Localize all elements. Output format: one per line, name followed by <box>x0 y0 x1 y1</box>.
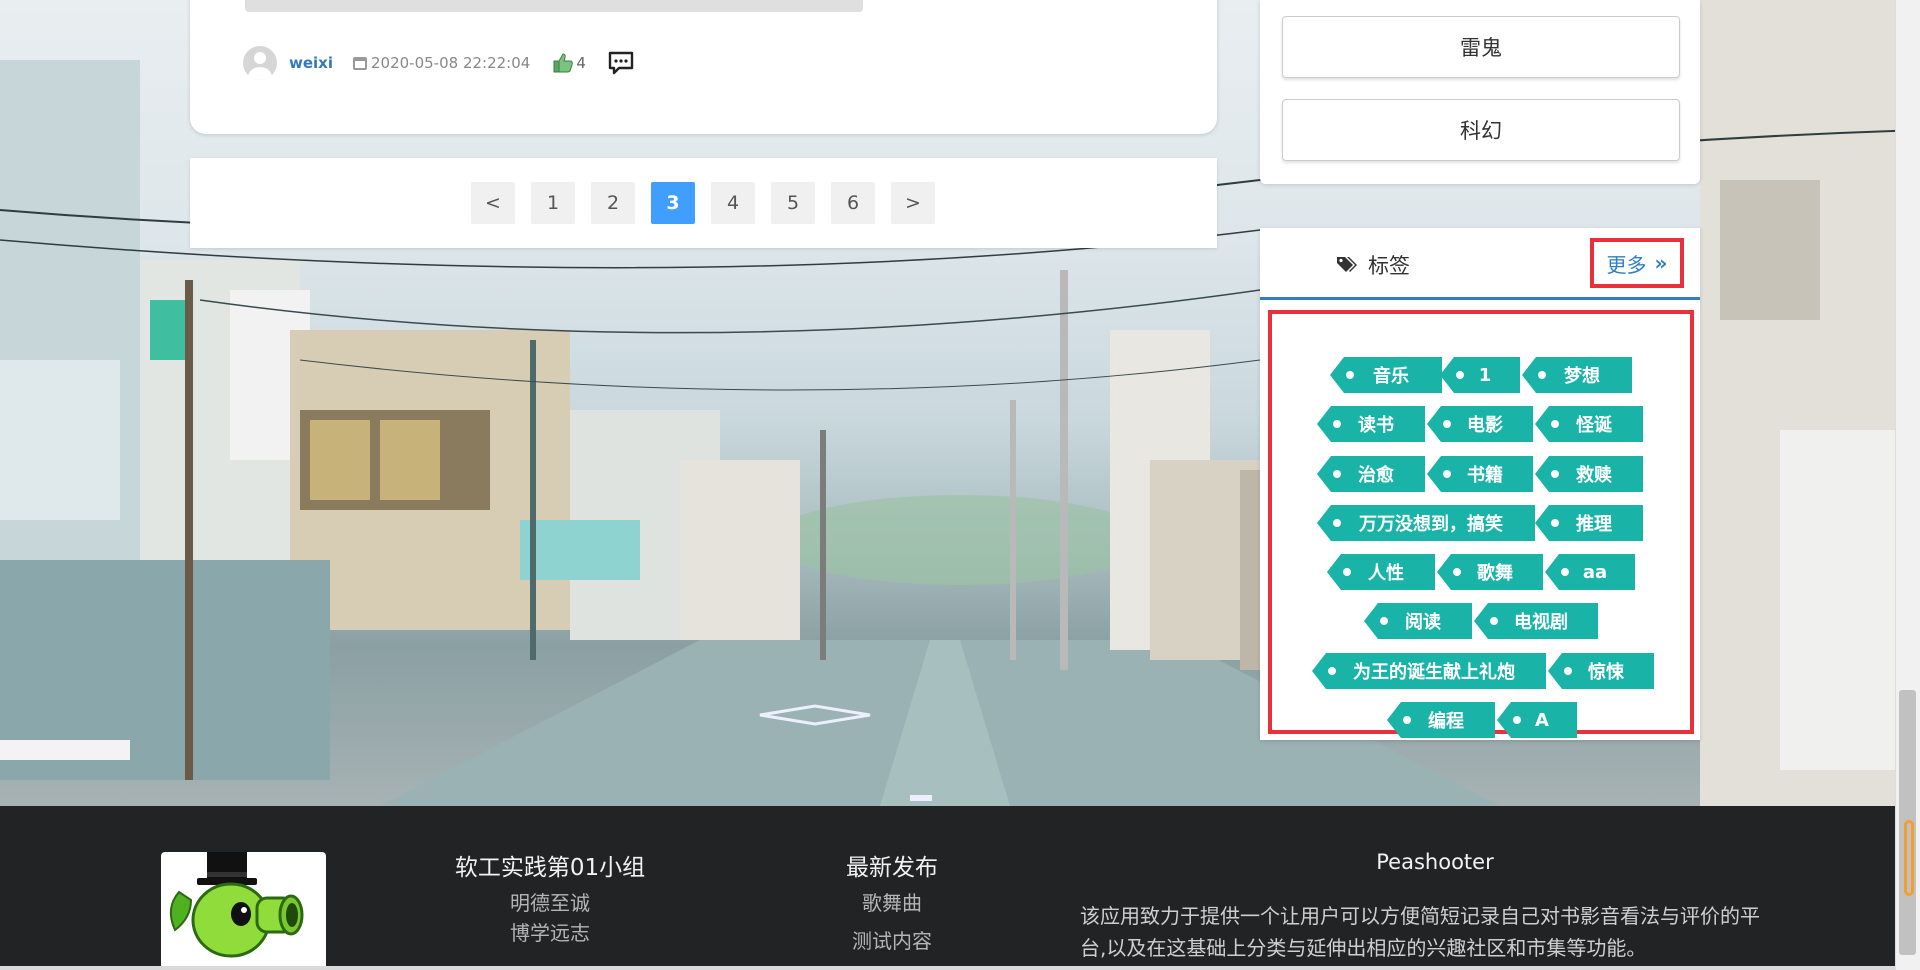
tag-card-title: 标签 <box>1336 250 1410 280</box>
tag-item[interactable]: 读书 <box>1317 406 1425 442</box>
tag-item[interactable]: 书籍 <box>1427 456 1533 492</box>
more-tags-link[interactable]: 更多 » <box>1590 238 1684 288</box>
post-card: weixi 2020-05-08 22:22:04 4 <box>190 0 1217 134</box>
tag-card-header: 标签 更多 » <box>1260 228 1700 300</box>
tag-card: 标签 更多 » 音乐 1 梦想 读书 电影 怪诞 治愈 书籍 救赎 万万没想到，… <box>1260 228 1700 740</box>
horizontal-scrollbar[interactable] <box>0 966 1895 970</box>
post-author[interactable]: weixi <box>289 54 333 72</box>
page-button-6[interactable]: 6 <box>831 182 875 224</box>
calendar-icon <box>353 56 367 70</box>
page-button-2[interactable]: 2 <box>591 182 635 224</box>
more-tags-label: 更多 <box>1606 252 1647 277</box>
tag-item[interactable]: 音乐 <box>1330 357 1442 393</box>
tag-item[interactable]: 歌舞 <box>1437 554 1543 590</box>
double-chevron-right-icon: » <box>1654 251 1668 275</box>
next-page-button[interactable]: > <box>891 182 935 224</box>
tag-item[interactable]: 万万没想到，搞笑 <box>1317 505 1535 541</box>
footer: 软工实践第01小组 明德至诚 博学远志 最新发布 歌舞曲 测试内容 Peasho… <box>0 806 1920 970</box>
post-date: 2020-05-08 22:22:04 <box>371 54 531 72</box>
footer-latest-link[interactable]: 歌舞曲 <box>812 892 972 914</box>
peashooter-logo <box>161 852 326 970</box>
tag-item[interactable]: 电视剧 <box>1474 603 1598 639</box>
footer-latest-column: 最新发布 歌舞曲 测试内容 <box>812 848 972 952</box>
category-button-reggae[interactable]: 雷鬼 <box>1282 16 1680 78</box>
footer-group-link[interactable]: 明德至诚 <box>440 892 660 914</box>
tag-item[interactable]: 电影 <box>1427 406 1533 442</box>
footer-app-description: 该应用致力于提供一个让用户可以方便简短记录自己对书影音看法与评价的平台,以及在这… <box>1080 904 1760 960</box>
tag-item[interactable]: 推理 <box>1535 505 1643 541</box>
tag-item[interactable]: 怪诞 <box>1535 406 1643 442</box>
tag-item[interactable]: 为王的诞生献上礼炮 <box>1312 653 1546 689</box>
category-card: 雷鬼 科幻 <box>1260 0 1700 184</box>
post-meta: weixi 2020-05-08 22:22:04 4 <box>243 46 634 80</box>
tag-item[interactable]: aa <box>1545 554 1635 590</box>
tag-item[interactable]: A <box>1497 702 1577 738</box>
tag-item[interactable]: 救赎 <box>1535 456 1643 492</box>
page-button-3[interactable]: 3 <box>651 182 695 224</box>
pagination: < 1 2 3 4 5 6 > <box>471 182 935 224</box>
prev-page-button[interactable]: < <box>471 182 515 224</box>
tag-item[interactable]: 编程 <box>1387 702 1495 738</box>
post-content-bar <box>245 0 863 12</box>
tag-cloud: 音乐 1 梦想 读书 电影 怪诞 治愈 书籍 救赎 万万没想到，搞笑 推理 人性… <box>1268 310 1694 738</box>
footer-latest-title: 最新发布 <box>846 855 938 881</box>
avatar[interactable] <box>243 46 277 80</box>
footer-app-title: Peashooter <box>1376 850 1494 874</box>
tags-icon <box>1337 257 1357 272</box>
page-button-5[interactable]: 5 <box>771 182 815 224</box>
tag-item[interactable]: 阅读 <box>1364 603 1472 639</box>
page-button-1[interactable]: 1 <box>531 182 575 224</box>
tag-item[interactable]: 人性 <box>1327 554 1435 590</box>
like-count: 4 <box>576 54 586 72</box>
footer-group-title: 软工实践第01小组 <box>454 855 646 881</box>
tag-item[interactable]: 治愈 <box>1317 456 1425 492</box>
footer-app-column: Peashooter <box>1330 850 1540 874</box>
tag-title-text: 标签 <box>1368 254 1410 278</box>
tag-item[interactable]: 惊悚 <box>1548 653 1654 689</box>
page-button-4[interactable]: 4 <box>711 182 755 224</box>
tag-item[interactable]: 1 <box>1440 357 1520 393</box>
comment-icon[interactable] <box>608 51 634 75</box>
footer-group-column: 软工实践第01小组 明德至诚 博学远志 <box>440 848 660 944</box>
category-button-scifi[interactable]: 科幻 <box>1282 99 1680 161</box>
footer-latest-link[interactable]: 测试内容 <box>812 930 972 952</box>
pagination-card: < 1 2 3 4 5 6 > <box>190 158 1217 248</box>
thumbs-up-icon[interactable] <box>552 52 574 74</box>
scroll-cursor-indicator <box>1904 820 1914 896</box>
footer-group-link[interactable]: 博学远志 <box>440 922 660 944</box>
tag-item[interactable]: 梦想 <box>1522 357 1632 393</box>
